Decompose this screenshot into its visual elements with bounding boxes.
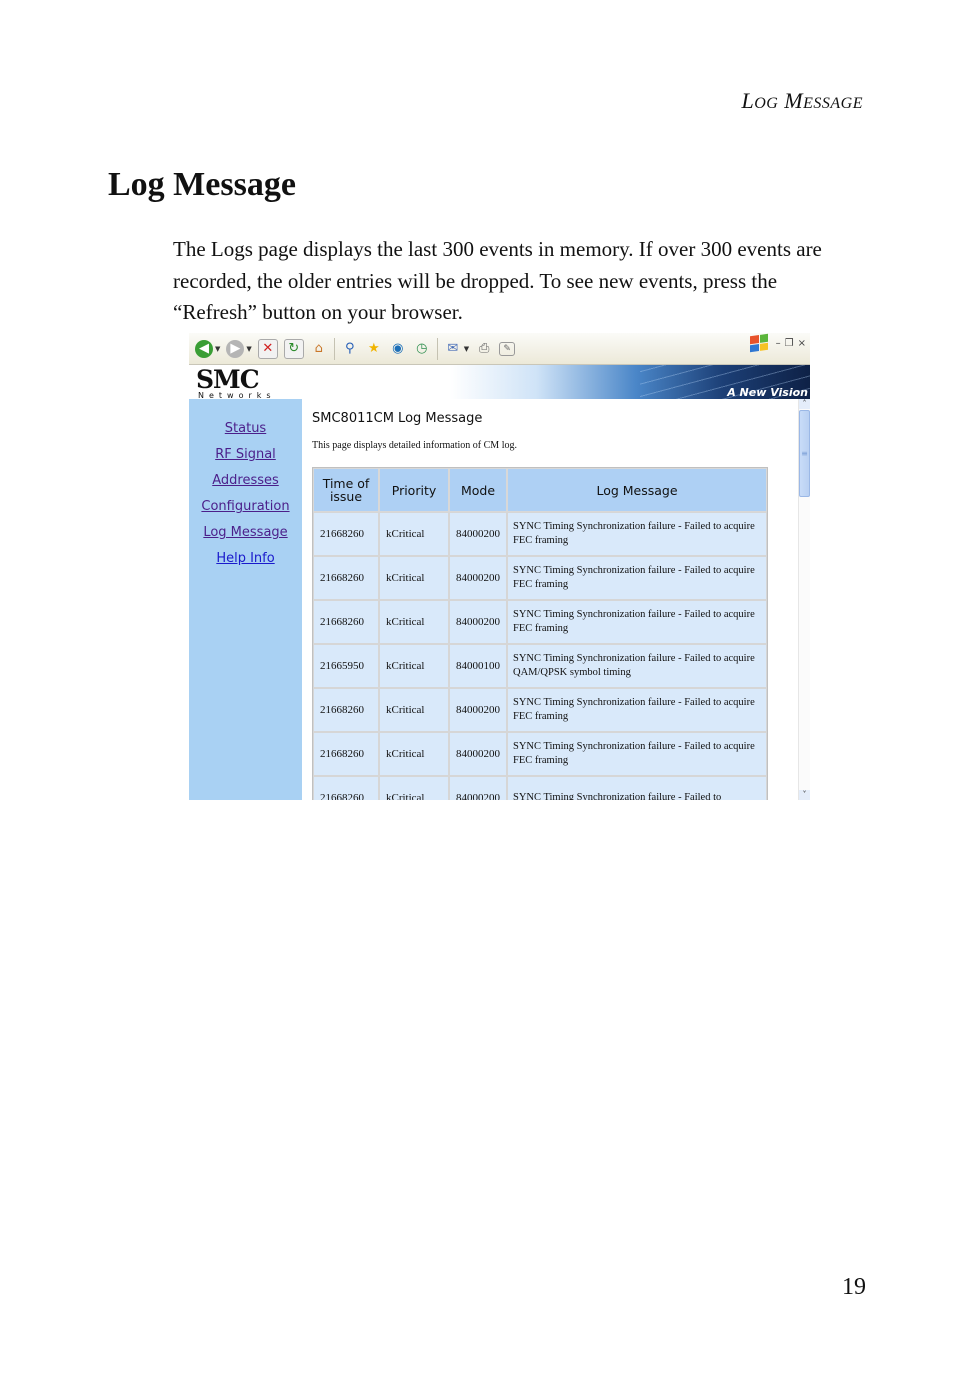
header-priority: Priority: [379, 468, 449, 512]
cell-priority: kCritical: [379, 688, 449, 732]
nav-link-addresses[interactable]: Addresses: [212, 473, 279, 488]
header-time: Time of issue: [313, 468, 379, 512]
favorites-icon[interactable]: ★: [365, 340, 383, 358]
nav-link-rf-signal[interactable]: RF Signal: [215, 447, 276, 462]
restore-icon[interactable]: ❐: [785, 338, 794, 349]
mail-icon[interactable]: ✉: [444, 340, 462, 358]
smc-banner: SMC Networks A New Vision: [189, 365, 810, 400]
back-icon[interactable]: ◀: [195, 339, 213, 358]
page-title: Log Message: [108, 166, 296, 203]
cell-time: 21668260: [313, 776, 379, 800]
table-row: 21665950 kCritical 84000100 SYNC Timing Syn…: [313, 644, 767, 688]
table-row: 21668260 kCritical 84000200 SYNC Timing Syn…: [313, 732, 767, 776]
cell-priority: kCritical: [379, 644, 449, 688]
cell-priority: kCritical: [379, 512, 449, 556]
cell-message: SYNC Timing Synchronization failure - Fa…: [507, 600, 767, 644]
main-description: This page displays detailed information …: [312, 440, 517, 451]
cell-mode: 84000200: [449, 512, 507, 556]
table-row: 21668260 kCritical 84000200 SYNC Timing Syn…: [313, 512, 767, 556]
toolbar-divider: [436, 337, 438, 360]
toolbar-divider: [333, 337, 335, 360]
stop-icon[interactable]: ✕: [257, 338, 278, 359]
cell-message: SYNC Timing Synchronization failure - Fa…: [507, 776, 767, 800]
scroll-down-icon[interactable]: ˅: [799, 790, 810, 800]
cell-mode: 84000100: [449, 644, 507, 688]
browser-screenshot: ◀ ▼ ▶ ▼ ✕ ↻ ⌂ ⚲ ★ ◉ ◷ ✉ ▼ ⎙ ✎ – ❐ × SMC Net…: [189, 333, 810, 800]
header-mode: Mode: [449, 468, 507, 512]
nav-link-help-info[interactable]: Help Info: [216, 551, 274, 566]
running-head: LOG MESSAGE: [741, 88, 863, 113]
forward-dropdown-icon[interactable]: ▼: [246, 345, 251, 353]
nav-link-log-message[interactable]: Log Message: [203, 525, 287, 540]
nav-link-configuration[interactable]: Configuration: [201, 499, 289, 514]
cell-message: SYNC Timing Synchronization failure - Fa…: [507, 512, 767, 556]
refresh-icon[interactable]: ↻: [283, 338, 304, 359]
scroll-up-icon[interactable]: ˄: [799, 399, 810, 409]
cell-priority: kCritical: [379, 556, 449, 600]
cell-priority: kCritical: [379, 732, 449, 776]
table-row: 21668260 kCritical 84000200 SYNC Timing Syn…: [313, 776, 767, 800]
media-icon[interactable]: ◉: [389, 340, 407, 358]
cell-mode: 84000200: [449, 732, 507, 776]
forward-icon[interactable]: ▶: [226, 339, 245, 358]
back-dropdown-icon[interactable]: ▼: [215, 345, 220, 353]
table-row: 21668260 kCritical 84000200 SYNC Timing Syn…: [313, 600, 767, 644]
grip-icon: ≡: [801, 449, 808, 458]
print-icon[interactable]: ⎙: [475, 340, 493, 358]
table-header-row: Time of issue Priority Mode Log Message: [313, 468, 767, 512]
page-number: 19: [842, 1274, 866, 1300]
window-controls: – ❐ ×: [749, 333, 806, 353]
cell-time: 21665950: [313, 644, 379, 688]
cell-mode: 84000200: [449, 776, 507, 800]
intro-paragraph: The Logs page displays the last 300 even…: [173, 237, 822, 324]
main-title: SMC8011CM Log Message: [312, 411, 483, 426]
cell-priority: kCritical: [379, 600, 449, 644]
windows-logo-icon: [749, 333, 768, 353]
main-panel: SMC8011CM Log Message This page displays…: [302, 399, 810, 800]
table-row: 21668260 kCritical 84000200 SYNC Timing Syn…: [313, 556, 767, 600]
cell-message: SYNC Timing Synchronization failure - Fa…: [507, 732, 767, 776]
smc-logo: SMC: [196, 365, 260, 394]
vertical-scrollbar[interactable]: ˄ ≡ ˅: [798, 399, 810, 800]
cell-mode: 84000200: [449, 600, 507, 644]
home-icon[interactable]: ⌂: [310, 340, 328, 358]
search-icon[interactable]: ⚲: [341, 340, 359, 358]
cell-time: 21668260: [313, 600, 379, 644]
table-row: 21668260 kCritical 84000200 SYNC Timing Syn…: [313, 688, 767, 732]
cell-time: 21668260: [313, 556, 379, 600]
cell-message: SYNC Timing Synchronization failure - Fa…: [507, 556, 767, 600]
minimize-icon[interactable]: –: [776, 338, 781, 349]
cell-time: 21668260: [313, 732, 379, 776]
banner-tagline: A New Vision: [727, 386, 808, 399]
mail-dropdown-icon[interactable]: ▼: [464, 345, 469, 353]
scroll-thumb[interactable]: ≡: [799, 410, 810, 497]
cell-time: 21668260: [313, 512, 379, 556]
nav-link-status[interactable]: Status: [225, 421, 266, 436]
side-navigation: Status RF Signal Addresses Configuration…: [189, 399, 302, 800]
cell-mode: 84000200: [449, 556, 507, 600]
header-log-message: Log Message: [507, 468, 767, 512]
edit-icon[interactable]: ✎: [499, 341, 516, 356]
cell-message: SYNC Timing Synchronization failure - Fa…: [507, 644, 767, 688]
page-content: Status RF Signal Addresses Configuration…: [189, 399, 810, 800]
cell-mode: 84000200: [449, 688, 507, 732]
cell-time: 21668260: [313, 688, 379, 732]
cell-message: SYNC Timing Synchronization failure - Fa…: [507, 688, 767, 732]
browser-toolbar: ◀ ▼ ▶ ▼ ✕ ↻ ⌂ ⚲ ★ ◉ ◷ ✉ ▼ ⎙ ✎ – ❐ ×: [189, 333, 810, 365]
cell-priority: kCritical: [379, 776, 449, 800]
log-table: Time of issue Priority Mode Log Message …: [312, 467, 768, 800]
close-icon[interactable]: ×: [798, 338, 806, 349]
history-icon[interactable]: ◷: [413, 340, 431, 358]
